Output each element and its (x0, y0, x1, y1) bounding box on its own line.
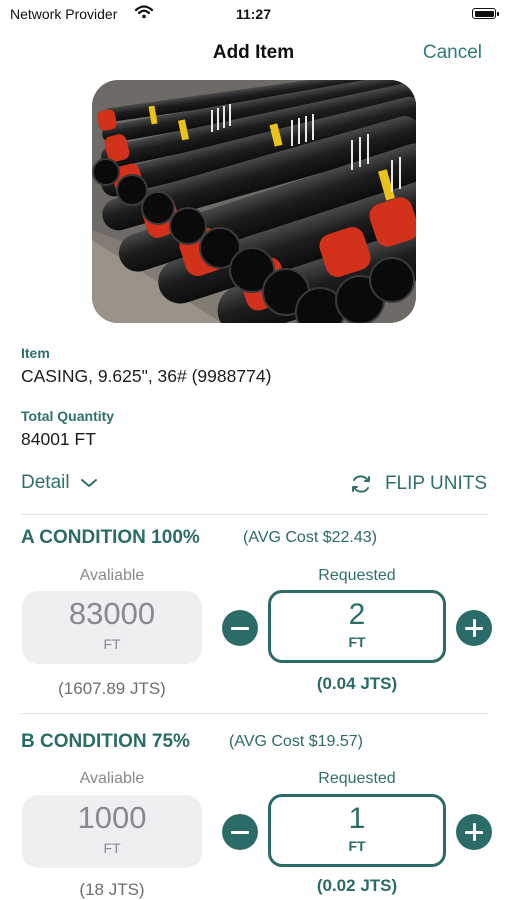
condition-b-available-value: 1000 (77, 800, 147, 835)
condition-a-available-jts: (1607.89 JTS) (58, 679, 166, 698)
condition-a-requested-input[interactable]: 2 FT (268, 590, 446, 663)
condition-a-available-value: 83000 (68, 596, 156, 631)
condition-b-available-unit: FT (103, 840, 121, 856)
condition-a-requested-label: Requested (318, 567, 396, 584)
flip-units-button[interactable]: FLIP UNITS (349, 472, 487, 496)
detail-dropdown[interactable]: Detail (21, 472, 98, 494)
total-quantity-label: Total Quantity (21, 408, 115, 424)
condition-a-available-box: 83000 FT (22, 591, 202, 664)
condition-a-decrement-button[interactable] (222, 610, 258, 646)
divider (21, 713, 488, 714)
condition-a-available-unit: FT (103, 636, 121, 652)
condition-b-requested-label: Requested (318, 770, 396, 787)
condition-a-requested-value: 2 (348, 598, 366, 631)
item-photo (92, 80, 416, 323)
condition-b-requested-input[interactable]: 1 FT (268, 794, 446, 867)
refresh-icon (351, 475, 370, 493)
condition-b-available-box: 1000 FT (22, 795, 202, 868)
condition-a-available-label: Avaliable (79, 567, 145, 584)
battery-icon (472, 8, 499, 19)
total-quantity-value: 84001 FT (21, 429, 96, 449)
condition-a-increment-button[interactable] (456, 610, 492, 646)
cancel-button[interactable]: Cancel (423, 42, 482, 64)
divider (21, 514, 488, 515)
condition-b-requested-jts: (0.02 JTS) (316, 876, 398, 895)
condition-a-requested-jts: (0.04 JTS) (316, 674, 398, 693)
condition-b-available-jts: (18 JTS) (79, 880, 145, 899)
condition-a-avg-cost: (AVG Cost $22.43) (243, 529, 377, 546)
condition-b-requested-value: 1 (348, 802, 366, 835)
condition-b-avg-cost: (AVG Cost $19.57) (229, 733, 363, 750)
condition-a-title: A CONDITION 100% (21, 527, 200, 548)
item-label: Item (21, 345, 50, 361)
condition-b-decrement-button[interactable] (222, 814, 258, 850)
flip-units-label: FLIP UNITS (384, 473, 487, 494)
chevron-down-icon (80, 479, 97, 487)
item-value: CASING, 9.625", 36# (9988774) (21, 366, 272, 386)
detail-label: Detail (21, 472, 70, 493)
status-bar: Network Provider 11:27 (0, 0, 507, 28)
clock: 11:27 (235, 6, 272, 22)
condition-b-available-label: Avaliable (79, 770, 145, 787)
condition-b-requested-unit: FT (348, 838, 366, 854)
condition-b-title: B CONDITION 75% (21, 731, 190, 752)
condition-a-requested-unit: FT (348, 634, 366, 650)
condition-b-increment-button[interactable] (456, 814, 492, 850)
